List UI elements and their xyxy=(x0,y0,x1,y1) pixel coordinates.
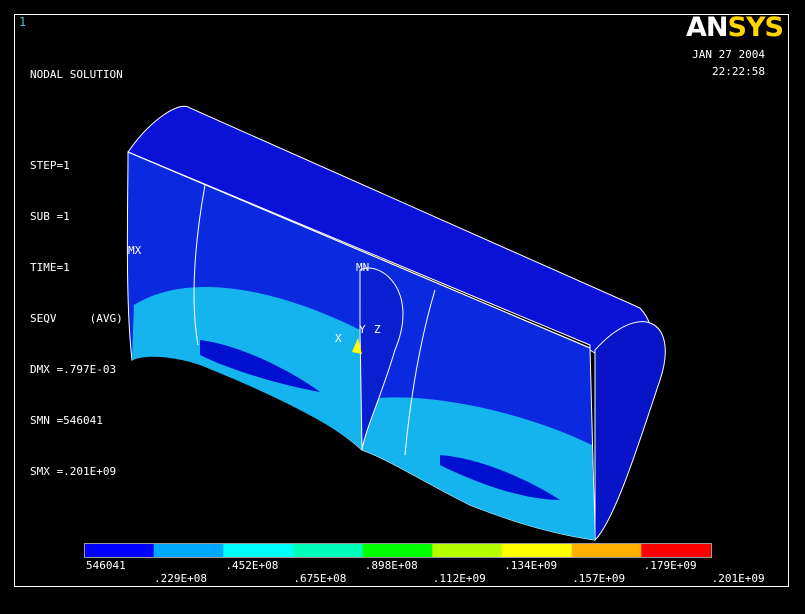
legend-label: .229E+08 xyxy=(154,572,207,585)
axis-y-label: Y xyxy=(359,323,366,336)
legend-label: .201E+09 xyxy=(711,572,765,585)
fe-model-plot[interactable] xyxy=(0,0,805,614)
legend-swatch xyxy=(641,544,712,557)
legend-swatch xyxy=(571,544,642,557)
legend-label: .675E+08 xyxy=(293,572,347,585)
end-cap-surface xyxy=(594,321,666,542)
legend-label: .179E+09 xyxy=(643,559,697,572)
legend-label: .134E+09 xyxy=(504,559,558,572)
legend-swatch xyxy=(223,544,294,557)
legend-swatch xyxy=(293,544,364,557)
legend-label: .112E+09 xyxy=(432,572,486,585)
axis-x-label: X xyxy=(335,332,342,345)
axis-z-label: Z xyxy=(374,323,381,336)
contour-legend-bar xyxy=(84,543,712,558)
legend-swatch xyxy=(362,544,433,557)
legend-swatch xyxy=(153,544,224,557)
legend-swatch xyxy=(84,544,155,557)
legend-swatch xyxy=(432,544,503,557)
legend-swatch xyxy=(502,544,573,557)
legend-label: .898E+08 xyxy=(364,559,418,572)
mx-marker: MX xyxy=(128,244,142,257)
legend-label: 546041 xyxy=(86,559,126,572)
legend-label: .157E+09 xyxy=(572,572,626,585)
legend-label: .452E+08 xyxy=(225,559,279,572)
mn-marker: MN xyxy=(356,261,370,274)
